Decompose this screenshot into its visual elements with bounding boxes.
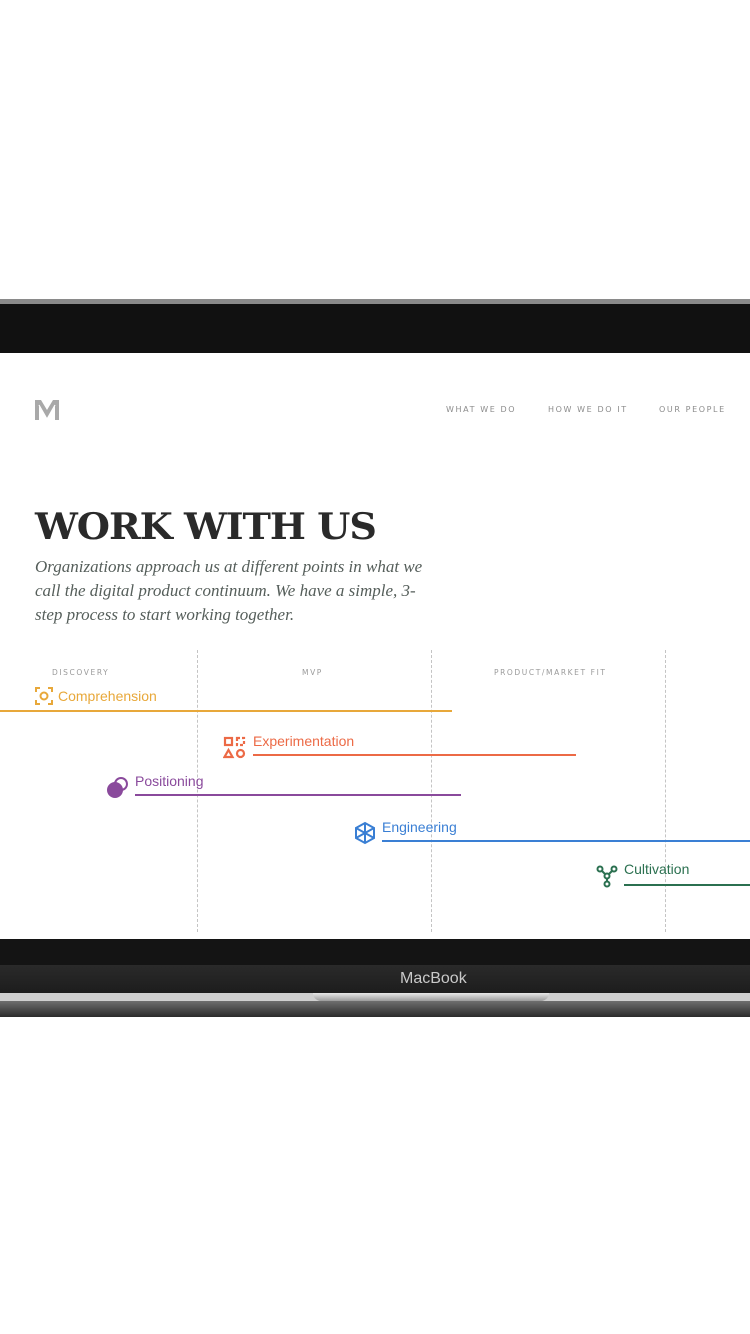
network-icon (596, 865, 618, 888)
laptop-screen: WHAT WE DO HOW WE DO IT OUR PEOPLE WORK … (0, 353, 750, 939)
phase-label-engineering[interactable]: Engineering (382, 819, 457, 835)
laptop-bottom-bezel (0, 939, 750, 965)
page-title: WORK WITH US (35, 506, 377, 548)
focus-icon (35, 687, 53, 705)
cube-icon (355, 821, 375, 845)
phase-bar-experimentation (253, 754, 576, 756)
phase-label-experimentation[interactable]: Experimentation (253, 733, 354, 749)
nav-how-we-do-it[interactable]: HOW WE DO IT (548, 405, 628, 414)
stage-mvp: MVP (302, 668, 323, 677)
laptop-foot (0, 1001, 750, 1017)
nav-our-people[interactable]: OUR PEOPLE (659, 405, 726, 414)
device-label: MacBook (400, 970, 467, 987)
shapes-icon (223, 736, 246, 759)
stage-divider (197, 650, 198, 932)
phase-label-comprehension[interactable]: Comprehension (58, 688, 157, 704)
phase-bar-cultivation (624, 884, 750, 886)
overlap-circles-icon (107, 777, 128, 798)
stage-product-market-fit: PRODUCT/MARKET FIT (494, 668, 607, 677)
intro-paragraph: Organizations approach us at different p… (35, 557, 423, 624)
phase-bar-engineering (382, 840, 750, 842)
laptop-top-bezel (0, 304, 750, 353)
phase-bar-comprehension (0, 710, 452, 712)
laptop-base: MacBook (0, 965, 750, 993)
nav-what-we-do[interactable]: WHAT WE DO (446, 405, 516, 414)
stage-divider (431, 650, 432, 932)
stage-discovery: DISCOVERY (52, 668, 110, 677)
laptop-notch (313, 993, 549, 1001)
phase-label-cultivation[interactable]: Cultivation (624, 861, 689, 877)
phase-bar-positioning (135, 794, 461, 796)
logo-icon[interactable] (34, 397, 60, 423)
stage-divider (665, 650, 666, 932)
phase-label-positioning[interactable]: Positioning (135, 773, 204, 789)
